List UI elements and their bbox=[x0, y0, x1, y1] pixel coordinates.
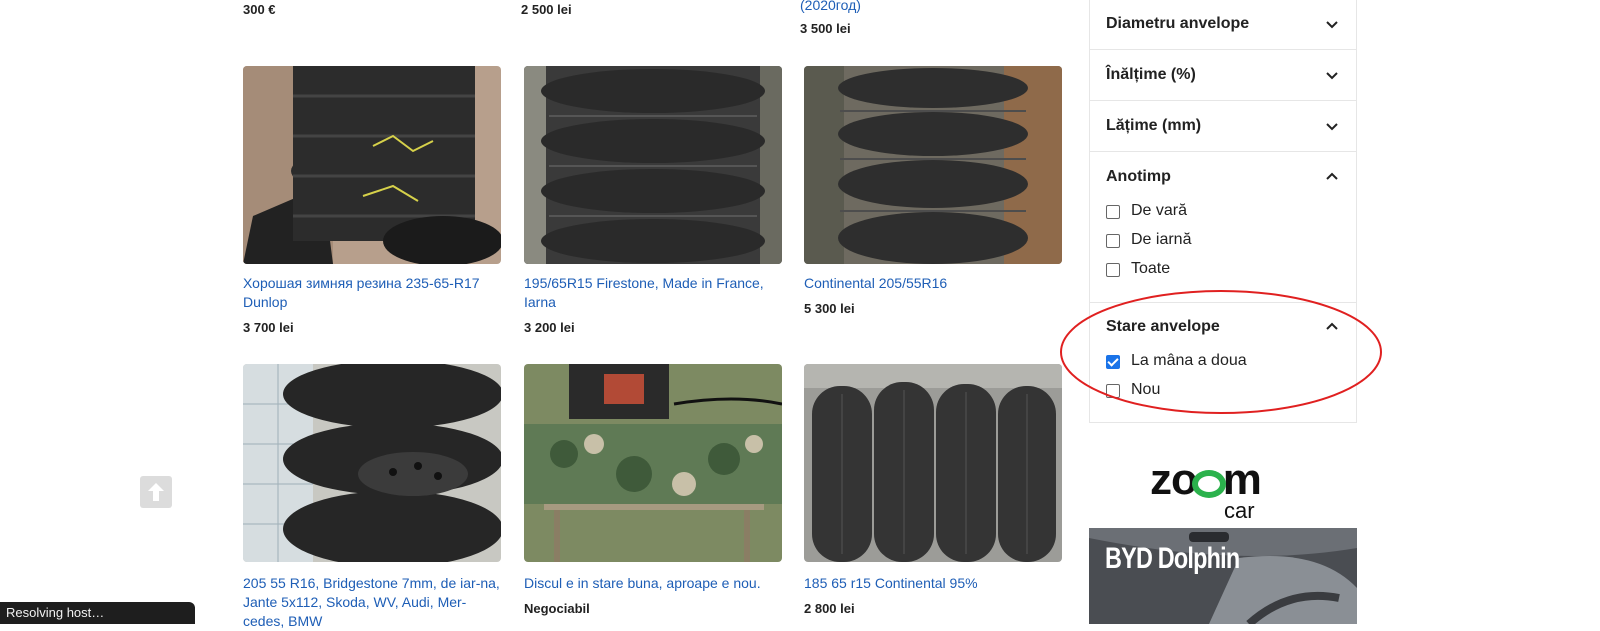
filter-label: Diametru anvelope bbox=[1106, 15, 1250, 32]
filter-sidebar: Diametru anvelope Înălțime (%) Lățime (m… bbox=[1089, 0, 1357, 423]
filter-latime[interactable]: Lățime (mm) bbox=[1090, 102, 1356, 152]
listing-price: 2 500 lei bbox=[521, 2, 572, 17]
chevron-down-icon bbox=[1326, 21, 1338, 29]
checkbox-label: Toate bbox=[1131, 260, 1171, 277]
filter-label: Lățime (mm) bbox=[1106, 117, 1202, 134]
zoomcar-ad-logo[interactable]: zoom car bbox=[1150, 456, 1300, 523]
wheel-disc-photo[interactable] bbox=[524, 364, 782, 562]
filter-inaltime[interactable]: Înălțime (%) bbox=[1090, 51, 1356, 101]
checkbox[interactable] bbox=[1106, 384, 1120, 398]
filter-diametru[interactable]: Diametru anvelope bbox=[1090, 0, 1356, 50]
listing-title-link[interactable]: (2020год) bbox=[800, 0, 1062, 15]
filter-label: Înălțime (%) bbox=[1106, 66, 1196, 83]
listing-price: Negociabil bbox=[524, 601, 590, 616]
listing-title-link[interactable]: 195/65R15 Firestone, Made in France, Iar… bbox=[524, 274, 786, 312]
filter-stare: Stare anvelope La mâna a doua Nou bbox=[1090, 303, 1356, 422]
checkbox-label: De iarnă bbox=[1131, 231, 1192, 248]
browser-status-bar: Resolving host… bbox=[0, 602, 195, 624]
tire-photo-bridgestone[interactable] bbox=[243, 364, 501, 562]
tire-photo-firestone[interactable] bbox=[524, 66, 782, 264]
chevron-up-icon[interactable] bbox=[1324, 319, 1340, 335]
listing-title-link[interactable]: 205 55 R16, Bridgestone 7mm, de iar-na, … bbox=[243, 574, 505, 631]
listing-price: 3 200 lei bbox=[524, 320, 575, 335]
listing-title-link[interactable]: 185 65 r15 Continental 95% bbox=[804, 574, 1066, 593]
tire-photo-dunlop[interactable] bbox=[243, 66, 501, 264]
listing-title-link[interactable]: Discul e in stare buna, aproape e nou. bbox=[524, 574, 786, 593]
listing-title-link[interactable]: Continental 205/55R16 bbox=[804, 274, 1066, 293]
filter-label: Anotimp bbox=[1106, 168, 1171, 185]
logo-subtext: car bbox=[1224, 498, 1255, 523]
checkbox[interactable] bbox=[1106, 234, 1120, 248]
ad-headline: BYD Dolphin bbox=[1105, 542, 1240, 575]
tire-photo-continental[interactable] bbox=[804, 66, 1062, 264]
listing-price: 3 700 lei bbox=[243, 320, 294, 335]
chevron-up-icon[interactable] bbox=[1324, 169, 1340, 185]
listing-price: 5 300 lei bbox=[804, 301, 855, 316]
checkbox-label: Nou bbox=[1131, 381, 1161, 398]
listing-price: 3 500 lei bbox=[800, 21, 851, 36]
byd-dolphin-ad[interactable]: BYD Dolphin bbox=[1089, 528, 1357, 624]
checkbox-label: De vară bbox=[1131, 202, 1188, 219]
checkbox-label: La mâna a doua bbox=[1131, 352, 1247, 369]
filter-label: Stare anvelope bbox=[1106, 318, 1220, 335]
scroll-to-top-button[interactable] bbox=[140, 476, 172, 508]
listing-price: 300 € bbox=[243, 2, 276, 17]
checkbox[interactable] bbox=[1106, 205, 1120, 219]
chevron-down-icon bbox=[1326, 123, 1338, 131]
arrow-up-icon bbox=[148, 483, 164, 501]
listing-price: 2 800 lei bbox=[804, 601, 855, 616]
listing-title-link[interactable]: Хорошая зимняя резина 235-65-R17 Dunlop bbox=[243, 274, 505, 312]
zoomcar-green-o bbox=[1192, 470, 1226, 498]
filter-anotimp: Anotimp De vară De iarnă Toate bbox=[1090, 153, 1356, 303]
checkbox-checked[interactable] bbox=[1106, 355, 1120, 369]
checkbox[interactable] bbox=[1106, 263, 1120, 277]
tire-photo-continental-r15[interactable] bbox=[804, 364, 1062, 562]
chevron-down-icon bbox=[1326, 72, 1338, 80]
